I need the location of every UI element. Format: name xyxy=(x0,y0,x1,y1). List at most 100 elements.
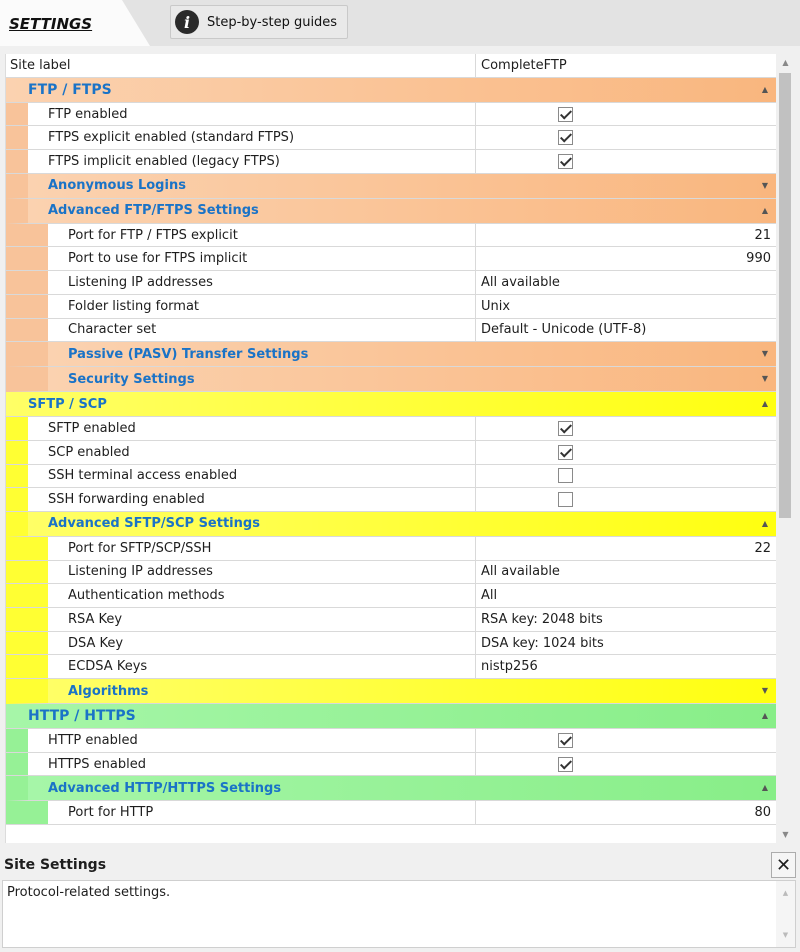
property-row[interactable]: FTP enabled xyxy=(6,102,776,127)
property-value[interactable] xyxy=(476,441,776,464)
category-ftp-ftps[interactable]: FTP / FTPS ▲ xyxy=(6,77,776,103)
tab-settings[interactable]: SETTINGS xyxy=(0,0,150,46)
property-row[interactable]: Authentication methods All xyxy=(6,584,776,608)
category-advanced-ftp-settings[interactable]: Advanced FTP/FTPS Settings ▲ xyxy=(6,198,776,224)
category-algorithms[interactable]: Algorithms ▼ xyxy=(6,679,776,705)
property-name: Authentication methods xyxy=(48,584,476,607)
property-row[interactable]: ECDSA Keys nistp256 xyxy=(6,655,776,680)
property-row[interactable]: SSH forwarding enabled xyxy=(6,488,776,512)
checkbox[interactable] xyxy=(557,130,573,146)
description-scrollbar[interactable]: ▲ ▼ xyxy=(776,881,795,947)
property-name: Folder listing format xyxy=(48,294,476,318)
property-value[interactable]: 990 xyxy=(476,247,776,270)
property-value[interactable]: All available xyxy=(476,271,776,294)
property-value[interactable] xyxy=(476,729,776,752)
category-advanced-sftp-settings[interactable]: Advanced SFTP/SCP Settings ▲ xyxy=(6,511,776,537)
checkbox[interactable] xyxy=(557,106,573,122)
vertical-scrollbar[interactable]: ▲ ▼ xyxy=(776,54,795,843)
chevron-down-icon[interactable]: ▼ xyxy=(762,686,768,695)
property-row[interactable]: Port for FTP / FTPS explicit 21 xyxy=(6,223,776,248)
property-row[interactable]: Character set Default - Unicode (UTF-8) xyxy=(6,318,776,343)
property-value[interactable] xyxy=(476,417,776,440)
step-by-step-guides-button[interactable]: i Step-by-step guides xyxy=(170,5,348,39)
property-row[interactable]: Folder listing format Unix xyxy=(6,294,776,319)
category-sftp-scp[interactable]: SFTP / SCP ▲ xyxy=(6,392,776,418)
property-row[interactable]: FTPS explicit enabled (standard FTPS) xyxy=(6,126,776,151)
tab-settings-label: SETTINGS xyxy=(9,15,93,33)
property-name: SSH terminal access enabled xyxy=(28,464,476,488)
property-value[interactable]: 21 xyxy=(476,224,776,247)
property-row[interactable]: SFTP enabled xyxy=(6,417,776,441)
property-value[interactable] xyxy=(476,488,776,511)
property-row[interactable]: Listening IP addresses All available xyxy=(6,271,776,295)
category-security-settings[interactable]: Security Settings ▼ xyxy=(6,367,776,393)
property-value[interactable]: Default - Unicode (UTF-8) xyxy=(476,319,776,342)
site-label-value[interactable]: CompleteFTP xyxy=(476,54,776,77)
chevron-up-icon[interactable]: ▲ xyxy=(762,85,768,94)
checkbox[interactable] xyxy=(557,492,573,508)
description-header: Site Settings ✕ xyxy=(0,850,800,880)
property-value[interactable]: All available xyxy=(476,561,776,584)
checkbox[interactable] xyxy=(557,468,573,484)
scrollbar-thumb[interactable] xyxy=(779,73,791,518)
property-value[interactable]: All xyxy=(476,584,776,607)
checkbox[interactable] xyxy=(557,421,573,437)
category-title: Advanced HTTP/HTTPS Settings xyxy=(48,780,282,796)
description-title: Site Settings xyxy=(4,857,107,873)
checkbox[interactable] xyxy=(557,153,573,169)
property-row[interactable]: Port for SFTP/SCP/SSH 22 xyxy=(6,536,776,561)
description-panel: Protocol-related settings. ▲ ▼ xyxy=(2,880,796,948)
category-title: Algorithms xyxy=(68,683,149,699)
category-anonymous-logins[interactable]: Anonymous Logins ▼ xyxy=(6,173,776,199)
scroll-up-icon[interactable]: ▲ xyxy=(776,889,795,897)
property-value[interactable]: Unix xyxy=(476,295,776,318)
property-value[interactable] xyxy=(476,126,776,149)
property-value[interactable] xyxy=(476,150,776,173)
checkbox[interactable] xyxy=(557,444,573,460)
category-http-https[interactable]: HTTP / HTTPS ▲ xyxy=(6,704,776,730)
property-value[interactable]: 80 xyxy=(476,801,776,824)
chevron-up-icon[interactable]: ▲ xyxy=(762,783,768,792)
property-name: Listening IP addresses xyxy=(48,560,476,584)
site-label-row[interactable]: Site label CompleteFTP xyxy=(6,54,776,78)
property-value[interactable]: DSA key: 1024 bits xyxy=(476,632,776,655)
category-title: HTTP / HTTPS xyxy=(28,708,136,725)
property-value[interactable]: RSA key: 2048 bits xyxy=(476,608,776,631)
category-passive-settings[interactable]: Passive (PASV) Transfer Settings ▼ xyxy=(6,342,776,368)
checkbox[interactable] xyxy=(557,756,573,772)
chevron-up-icon[interactable]: ▲ xyxy=(762,519,768,528)
scroll-up-icon[interactable]: ▲ xyxy=(776,54,795,71)
category-title: Advanced FTP/FTPS Settings xyxy=(48,203,259,219)
property-value[interactable] xyxy=(476,465,776,488)
property-row[interactable]: HTTPS enabled xyxy=(6,752,776,777)
close-icon[interactable]: ✕ xyxy=(771,852,796,878)
scroll-down-icon[interactable]: ▼ xyxy=(776,931,795,939)
property-row[interactable]: HTTP enabled xyxy=(6,729,776,753)
property-value[interactable] xyxy=(476,753,776,776)
property-value[interactable]: nistp256 xyxy=(476,655,776,678)
checkbox[interactable] xyxy=(557,732,573,748)
guides-button-label: Step-by-step guides xyxy=(207,14,338,30)
category-advanced-http-settings[interactable]: Advanced HTTP/HTTPS Settings ▲ xyxy=(6,776,776,802)
property-row[interactable]: Port to use for FTPS implicit 990 xyxy=(6,247,776,272)
scroll-down-icon[interactable]: ▼ xyxy=(776,826,795,843)
chevron-up-icon[interactable]: ▲ xyxy=(762,399,768,408)
tab-bar: SETTINGS i Step-by-step guides xyxy=(0,0,800,46)
property-row[interactable]: RSA Key RSA key: 2048 bits xyxy=(6,608,776,632)
property-value[interactable]: 22 xyxy=(476,537,776,560)
property-row[interactable]: SSH terminal access enabled xyxy=(6,464,776,489)
property-row[interactable]: FTPS implicit enabled (legacy FTPS) xyxy=(6,150,776,174)
property-row[interactable]: SCP enabled xyxy=(6,440,776,465)
property-name: HTTP enabled xyxy=(28,729,476,752)
chevron-up-icon[interactable]: ▲ xyxy=(762,206,768,215)
property-name: RSA Key xyxy=(48,608,476,631)
property-row[interactable]: Port for HTTP 80 xyxy=(6,801,776,826)
chevron-down-icon[interactable]: ▼ xyxy=(762,349,768,358)
property-row[interactable]: DSA Key DSA key: 1024 bits xyxy=(6,631,776,656)
property-row[interactable]: Listening IP addresses All available xyxy=(6,560,776,585)
chevron-up-icon[interactable]: ▲ xyxy=(762,711,768,720)
property-value[interactable] xyxy=(476,103,776,126)
chevron-down-icon[interactable]: ▼ xyxy=(762,374,768,383)
chevron-down-icon[interactable]: ▼ xyxy=(762,181,768,190)
property-name: Listening IP addresses xyxy=(48,271,476,294)
